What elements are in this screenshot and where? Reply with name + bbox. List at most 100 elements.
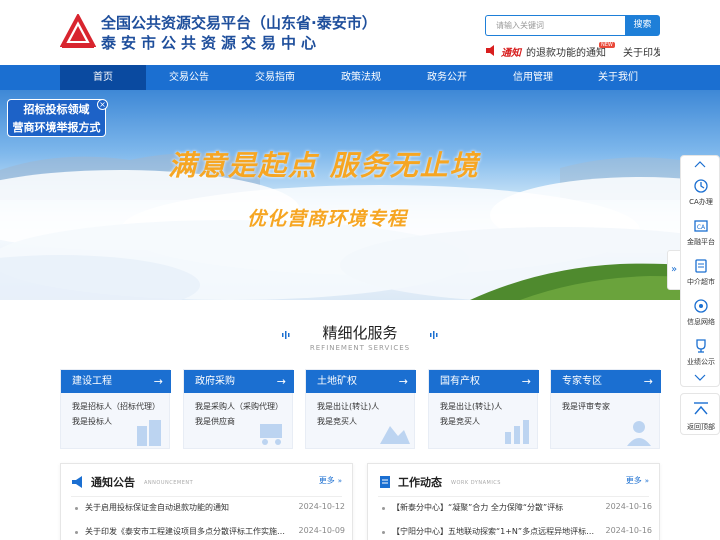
arrow-right-icon: → — [521, 375, 531, 388]
site-title: 全国公共资源交易平台（山东省·泰安市） — [101, 14, 377, 32]
card-header[interactable]: 政府采购 → — [184, 370, 294, 393]
services-title: 精细化服务 — [322, 324, 398, 342]
bullet-icon — [75, 507, 78, 510]
card-link[interactable]: 我是招标人（招标代理） — [72, 401, 160, 412]
list-item[interactable]: 【宁阳分中心】五地联动探索“1+N”多点远程异地评标… 2024-10-16 — [382, 526, 652, 540]
nav-item-policies[interactable]: 政策法规 — [318, 65, 404, 90]
side-expand-button[interactable]: » — [667, 250, 681, 290]
expert-icon — [627, 421, 651, 446]
nav-item-credit[interactable]: 信用管理 — [490, 65, 576, 90]
panel-title-en: WORK DYNAMICS — [451, 480, 501, 486]
side-item-mall[interactable]: 中介超市 — [681, 258, 720, 298]
card-link[interactable]: 我是投标人 — [72, 416, 112, 427]
arrow-right-icon: → — [153, 375, 163, 388]
card-link[interactable]: 我是竞买人 — [440, 416, 480, 427]
site-header: 全国公共资源交易平台（山东省·泰安市） 泰安市公共资源交易中心 请输入关键词 搜… — [0, 0, 720, 65]
card-header[interactable]: 建设工程 → — [61, 370, 171, 393]
megaphone-icon — [72, 476, 82, 488]
side-item-label: 金融平台 — [687, 238, 715, 246]
news-date: 2024-10-09 — [298, 526, 346, 535]
side-item-label: CA办理 — [689, 198, 713, 206]
notice-text[interactable]: 的退款功能的通知 — [526, 44, 606, 59]
side-tool-panel: CA办理 CA 金融平台 中介超市 信息网络 业绩公示 — [680, 155, 720, 387]
work-panel: 工作动态 WORK DYNAMICS 更多» 【新泰分中心】“凝聚”合力 全力保… — [367, 463, 660, 540]
list-item[interactable]: 【新泰分中心】“凝聚”合力 全力保障“分散”评标 2024-10-16 — [382, 502, 652, 516]
card-link[interactable]: 我是出让(转让)人 — [317, 401, 379, 412]
hero-banner[interactable]: 满意是起点 服务无止境 优化营商环境专程 — [0, 90, 720, 300]
new-badge: NEW — [599, 42, 615, 48]
card-title: 土地矿权 — [317, 376, 357, 387]
nav-item-about[interactable]: 关于我们 — [576, 65, 660, 90]
list-item[interactable]: 关于印发《泰安市工程建设项目多点分散评标工作实施方… 2024-10-09 — [75, 526, 345, 540]
card-link[interactable]: 我是采购人（采购代理） — [195, 401, 283, 412]
panel-title-en: ANNOUNCEMENT — [144, 480, 194, 486]
nav-item-guide[interactable]: 交易指南 — [232, 65, 318, 90]
cart-icon — [260, 424, 282, 445]
double-arrow-icon: » — [337, 477, 342, 485]
news-date: 2024-10-12 — [298, 502, 346, 511]
nav-item-announcements[interactable]: 交易公告 — [146, 65, 232, 90]
card-link[interactable]: 我是竞买人 — [317, 416, 357, 427]
network-icon — [694, 299, 708, 313]
nav-item-gov-open[interactable]: 政务公开 — [404, 65, 490, 90]
news-date: 2024-10-16 — [605, 526, 653, 535]
banner-slogan: 满意是起点 服务无止境 — [168, 149, 480, 182]
news-title[interactable]: 关于启用投标保证金自动退款功能的通知 — [85, 502, 291, 513]
search-button[interactable]: 搜索 — [625, 15, 660, 36]
news-title[interactable]: 【宁阳分中心】五地联动探索“1+N”多点远程异地评标… — [392, 526, 598, 537]
more-link[interactable]: 更多» — [319, 475, 342, 486]
list-item[interactable]: 关于启用投标保证金自动退款功能的通知 2024-10-12 — [75, 502, 345, 516]
news-title[interactable]: 关于印发《泰安市工程建设项目多点分散评标工作实施方… — [85, 526, 291, 537]
report-close-icon[interactable]: × — [97, 99, 108, 110]
scrolling-notice[interactable]: 通知 的退款功能的通知 NEW 关于印发 — [485, 42, 660, 60]
speaker-icon — [486, 45, 494, 56]
back-to-top-button[interactable]: 返回顶部 — [680, 393, 720, 435]
title-deco-right-icon — [430, 331, 438, 339]
card-link[interactable]: 我是评审专家 — [562, 401, 610, 412]
news-title[interactable]: 【新泰分中心】“凝聚”合力 全力保障“分散”评标 — [392, 502, 598, 513]
site-subtitle: 泰安市公共资源交易中心 — [101, 34, 322, 52]
panel-title: 工作动态 — [398, 476, 442, 489]
notice-text-next[interactable]: 关于印发 — [623, 44, 660, 59]
chevron-down-icon[interactable] — [694, 374, 706, 382]
land-icon — [380, 426, 410, 444]
card-title: 国有产权 — [440, 376, 480, 387]
report-line-1: 招标投标领域 — [23, 103, 90, 116]
double-arrow-icon: » — [644, 477, 649, 485]
document-icon — [380, 476, 390, 488]
ca-icon — [694, 179, 708, 193]
main-nav: 首页 交易公告 交易指南 政策法规 政务公开 信用管理 关于我们 — [0, 65, 720, 90]
report-line-2: 营商环境举报方式 — [12, 121, 101, 134]
card-link[interactable]: 我是出让(转让)人 — [440, 401, 502, 412]
card-link[interactable]: 我是供应商 — [195, 416, 235, 427]
nav-item-home[interactable]: 首页 — [60, 65, 146, 90]
service-card-procurement: 政府采购 → 我是采购人（采购代理） 我是供应商 — [183, 369, 294, 449]
card-header[interactable]: 土地矿权 → — [306, 370, 416, 393]
more-label: 更多 — [318, 476, 335, 485]
side-item-label: 业绩公示 — [687, 358, 715, 366]
arrow-right-icon: → — [276, 375, 286, 388]
services-subtitle: REFINEMENT SERVICES — [309, 344, 411, 352]
bullet-icon — [382, 507, 385, 510]
service-card-construction: 建设工程 → 我是招标人（招标代理） 我是投标人 — [60, 369, 171, 449]
side-item-ca[interactable]: CA办理 — [681, 178, 720, 218]
svg-text:CA: CA — [697, 224, 706, 231]
card-title: 建设工程 — [72, 376, 112, 387]
finance-icon: CA — [694, 220, 708, 232]
arrow-right-icon: → — [643, 375, 653, 388]
news-date: 2024-10-16 — [605, 502, 653, 511]
side-item-finance[interactable]: CA 金融平台 — [681, 218, 720, 258]
chevron-up-icon[interactable] — [694, 160, 706, 168]
card-header[interactable]: 国有产权 → — [429, 370, 539, 393]
service-card-state-assets: 国有产权 → 我是出让(转让)人 我是竞买人 — [428, 369, 539, 449]
card-header[interactable]: 专家专区 → — [551, 370, 661, 393]
banner-subslogan: 优化营商环境专程 — [247, 208, 408, 230]
card-title: 政府采购 — [195, 376, 235, 387]
site-logo-icon[interactable] — [60, 14, 96, 50]
search-input[interactable]: 请输入关键词 — [485, 15, 625, 36]
cloud-sea-illustration — [0, 152, 720, 300]
panel-title: 通知公告 — [91, 476, 135, 489]
more-link[interactable]: 更多» — [626, 475, 649, 486]
report-float-box[interactable]: 招标投标领域 营商环境举报方式 — [7, 99, 106, 137]
side-item-label: 中介超市 — [687, 278, 715, 286]
